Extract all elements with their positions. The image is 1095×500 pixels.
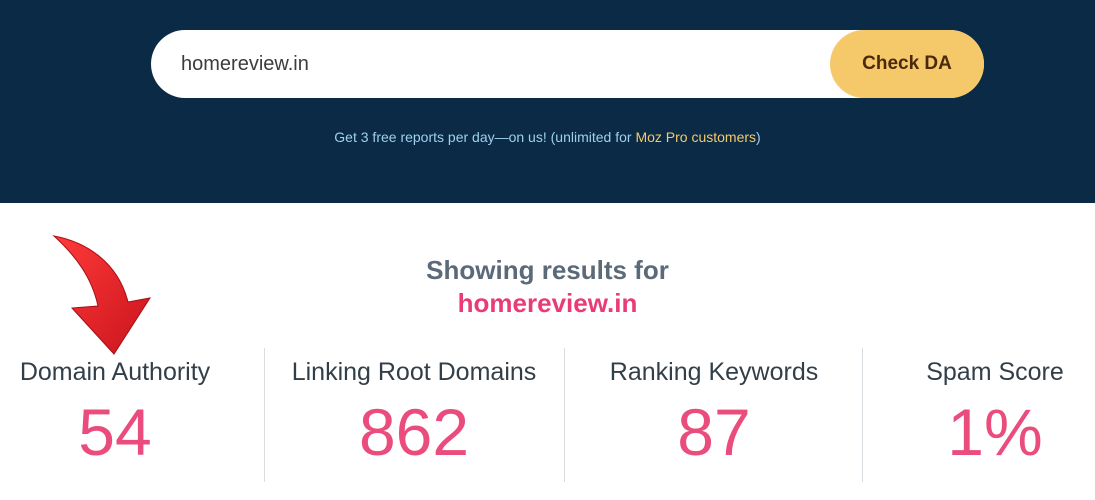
divider [862, 348, 863, 482]
metric-label: Ranking Keywords [609, 358, 819, 386]
metric-linking-root-domains: Linking Root Domains 862 [276, 358, 552, 488]
metric-label: Linking Root Domains [291, 358, 537, 386]
metric-ranking-keywords: Ranking Keywords 87 [576, 358, 852, 488]
red-curved-arrow-icon [52, 235, 152, 355]
check-da-button[interactable]: Check DA [830, 30, 984, 98]
metric-spam-score: Spam Score 1% [895, 358, 1095, 488]
metric-value: 1% [947, 395, 1043, 469]
metric-value: 862 [358, 395, 470, 469]
metric-label: Spam Score [926, 358, 1064, 386]
metric-domain-authority: Domain Authority 54 [0, 358, 230, 488]
divider [564, 348, 565, 482]
metric-label: Domain Authority [19, 358, 211, 386]
metric-value: 87 [677, 395, 751, 469]
search-bar: Check DA [151, 30, 984, 98]
divider [264, 348, 265, 482]
domain-search-input[interactable] [181, 30, 821, 98]
free-note-suffix: ) [756, 129, 761, 145]
hero-header: Check DA Get 3 free reports per day—on u… [0, 0, 1095, 203]
free-reports-note: Get 3 free reports per day—on us! (unlim… [0, 129, 1095, 145]
free-note-text: Get 3 free reports per day—on us! (unlim… [334, 129, 636, 145]
metric-value: 54 [78, 395, 152, 469]
moz-pro-link[interactable]: Moz Pro customers [635, 129, 756, 145]
